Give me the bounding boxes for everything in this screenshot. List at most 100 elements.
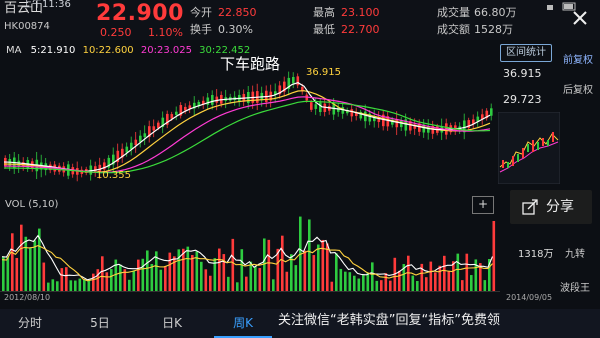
- tab-5day[interactable]: 5日: [70, 309, 130, 338]
- open-value: 22.850: [218, 6, 257, 19]
- volume-bar: [51, 279, 55, 291]
- tab-weekly-k[interactable]: 周K: [214, 309, 272, 338]
- volume-bar: [177, 249, 181, 291]
- candle-body: [175, 111, 178, 115]
- volume-bar: [186, 246, 190, 291]
- volume-bar: [69, 280, 73, 291]
- candle-body: [157, 122, 160, 129]
- volume-bar: [348, 272, 352, 291]
- price-axis-mid: 29.723: [503, 93, 542, 106]
- volume-bar: [344, 271, 347, 291]
- candle-body: [211, 95, 214, 105]
- ma20-line: [3, 96, 491, 174]
- price-axis-high: 36.915: [503, 67, 542, 80]
- candle-body: [125, 146, 129, 153]
- volume-bar: [456, 253, 460, 291]
- volume-value: 66.80万: [474, 6, 517, 19]
- volume-bar: [60, 268, 64, 291]
- volume-bar: [267, 239, 271, 291]
- overlay-annotation: 下车跑路: [220, 55, 281, 73]
- volume-bar: [371, 262, 374, 291]
- sidebar-wave-king[interactable]: 波段王: [560, 284, 590, 294]
- volume-bar: [312, 255, 316, 291]
- volume-bar: [384, 273, 388, 291]
- volume-bar: [204, 269, 208, 291]
- volume-bar: [2, 256, 5, 291]
- price-change: 0.250: [100, 26, 132, 39]
- volume-bar: [452, 261, 455, 291]
- volume-bar: [353, 275, 356, 291]
- sidebar-forward-adjust[interactable]: 前复权: [563, 56, 593, 66]
- volume-bar: [366, 272, 370, 291]
- ma10-value: 10:22.600: [82, 45, 134, 56]
- kline-chart[interactable]: [0, 58, 498, 192]
- volume-bar: [470, 275, 473, 291]
- close-icon[interactable]: [572, 10, 588, 26]
- amount-value: 1528万: [474, 23, 513, 36]
- candle-body: [310, 102, 313, 110]
- amount-label: 成交额: [437, 23, 470, 36]
- volume-indicator-label: VOL (5,10): [5, 199, 59, 210]
- footer-promo-text: 关注微信“老韩实盘”回复“指标”免费领: [278, 313, 500, 328]
- volume-bar: [258, 268, 262, 291]
- volume-bar: [308, 219, 311, 291]
- volume-bar: [425, 277, 428, 291]
- volume-bar: [281, 235, 284, 291]
- volume-bar: [249, 261, 253, 291]
- volume-bar: [24, 236, 28, 291]
- volume-bar: [83, 279, 86, 291]
- volume-bar: [240, 249, 244, 291]
- thumbnail-chart[interactable]: [498, 112, 560, 184]
- candle-body: [490, 108, 493, 116]
- date-start: 2012/08/10: [4, 293, 51, 302]
- volume-bar: [33, 240, 37, 291]
- volume-bar: [6, 257, 10, 291]
- volume-bar: [272, 279, 275, 291]
- volume-bar: [105, 272, 109, 291]
- volume-bar: [326, 243, 329, 291]
- volume-bar: [294, 265, 298, 291]
- low-value: 22.700: [341, 23, 380, 36]
- volume-bar: [132, 270, 136, 291]
- tab-intraday[interactable]: 分时: [0, 309, 60, 338]
- turnover-value: 0.30%: [218, 23, 253, 36]
- volume-bar: [380, 280, 383, 291]
- volume-bar: [227, 276, 230, 291]
- volume-bar: [254, 266, 257, 291]
- volume-bar: [398, 270, 401, 291]
- candle-body: [319, 102, 322, 113]
- candle-body: [134, 139, 138, 146]
- candle-body: [364, 111, 367, 122]
- volume-bar: [128, 279, 131, 291]
- volume-bar: [465, 253, 469, 291]
- volume-bar: [429, 261, 433, 291]
- sidebar-backward-adjust[interactable]: 后复权: [563, 86, 593, 96]
- candle-body: [143, 133, 147, 138]
- volume-bar: [330, 281, 334, 291]
- high-label: 最高: [313, 6, 335, 19]
- volume-bar: [110, 269, 113, 291]
- share-button[interactable]: 分享: [510, 190, 592, 224]
- volume-bar: [375, 280, 379, 291]
- volume-chart[interactable]: [0, 212, 500, 292]
- volume-bar: [191, 255, 194, 291]
- volume-bar: [231, 238, 235, 291]
- volume-bar: [245, 276, 248, 291]
- volume-bar: [195, 251, 199, 291]
- volume-ma5-line: [1, 234, 494, 281]
- sidebar-nine-turns[interactable]: 九转: [565, 250, 585, 260]
- volume-bar: [15, 257, 19, 291]
- volume-bar: [92, 273, 95, 291]
- volume-bar: [209, 275, 212, 291]
- candle-body: [170, 114, 174, 119]
- volume-bar: [335, 253, 338, 291]
- volume-label: 成交量: [437, 6, 470, 19]
- peak-annotation: 36.915: [306, 67, 341, 78]
- interval-stats-button[interactable]: 区间统计: [500, 44, 552, 62]
- volume-bar: [11, 233, 14, 291]
- volume-bar: [164, 266, 167, 291]
- tab-daily-k[interactable]: 日K: [142, 309, 202, 338]
- open-label: 今开: [190, 6, 212, 19]
- volume-bar: [416, 281, 419, 291]
- volume-bar: [150, 263, 154, 291]
